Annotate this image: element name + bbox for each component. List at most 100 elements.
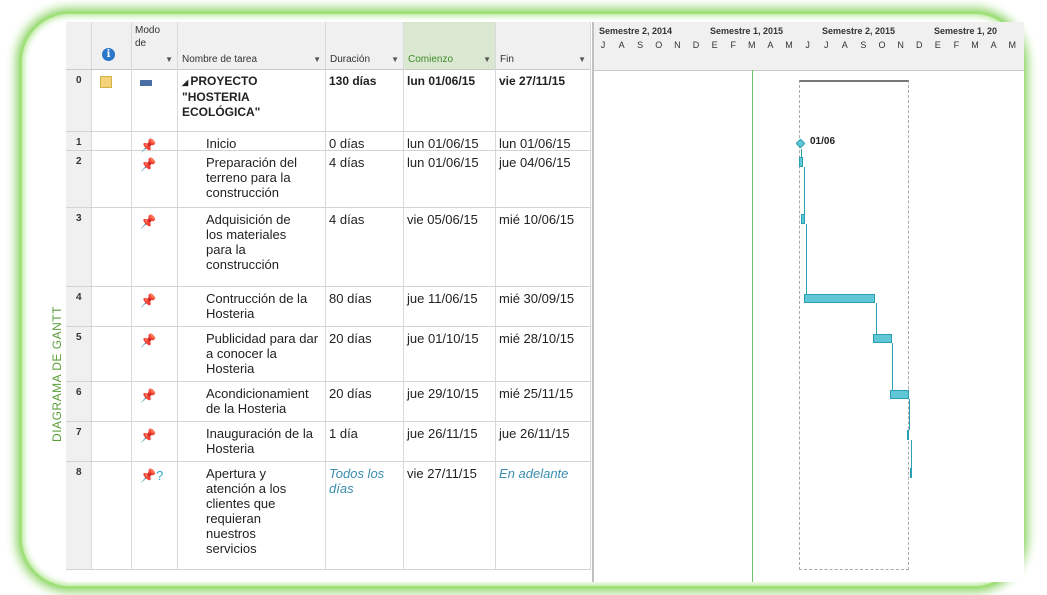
dependency-connector — [801, 149, 802, 157]
manual-schedule-pin-icon: 📌 — [140, 293, 157, 308]
header-duration[interactable]: Duración ▼ — [326, 22, 404, 70]
task-duration: 1 día — [329, 426, 358, 441]
month-label: D — [915, 40, 923, 50]
task-finish: mié 25/11/15 — [499, 386, 574, 401]
manual-schedule-pin-icon: 📌 — [140, 388, 157, 403]
task-row-7[interactable]: 7 📌 Inauguración de la Hosteria 1 día ju… — [66, 422, 591, 462]
gantt-chart[interactable]: Semestre 2, 2014 Semestre 1, 2015 Semest… — [592, 22, 1024, 582]
month-label: D — [692, 40, 700, 50]
task-bar[interactable] — [804, 294, 875, 303]
task-start: jue 01/10/15 — [407, 331, 479, 346]
task-duration: 4 días — [329, 212, 365, 227]
task-row-6[interactable]: 6 📌 Acondicionamient de la Hosteria 20 d… — [66, 382, 591, 422]
task-start: jue 29/10/15 — [407, 386, 479, 401]
task-bar[interactable] — [910, 468, 912, 478]
header-finish[interactable]: Fin ▼ — [496, 22, 591, 70]
task-name: Apertura y atención a los clientes que r… — [206, 466, 287, 556]
dependency-connector — [892, 343, 893, 390]
task-row-1[interactable]: 1 📌 Inicio 0 días lun 01/06/15 lun 01/06… — [66, 132, 591, 153]
task-start: vie 27/11/15 — [407, 466, 477, 481]
month-label: A — [841, 40, 848, 50]
task-duration: 130 días — [329, 74, 377, 88]
task-duration: 80 días — [329, 291, 372, 306]
task-name: Inicio — [206, 136, 237, 151]
semester-label: Semestre 2, 2015 — [822, 26, 896, 36]
semester-label: Semestre 1, 20 — [934, 26, 998, 36]
task-row-3[interactable]: 3 📌 Adquisición de los materiales para l… — [66, 208, 591, 287]
month-label: A — [767, 40, 774, 50]
task-start: lun 01/06/15 — [407, 155, 479, 170]
timescale-header[interactable]: Semestre 2, 2014 Semestre 1, 2015 Semest… — [594, 22, 1024, 71]
dependency-connector — [806, 224, 807, 294]
manual-schedule-pin-icon: 📌 — [140, 428, 157, 443]
semester-label: Semestre 1, 2015 — [710, 26, 784, 36]
header-task-name[interactable]: Nombre de tarea ▼ — [178, 22, 326, 70]
dependency-connector — [909, 399, 910, 430]
header-task-mode-label: Modo de — [135, 25, 161, 49]
dropdown-arrow-icon[interactable]: ▼ — [483, 55, 491, 64]
semester-label: Semestre 2, 2014 — [599, 26, 673, 36]
month-label: M — [748, 40, 756, 50]
task-name: Adquisición de los materiales para la co… — [206, 212, 291, 272]
task-row-5[interactable]: 5 📌 Publicidad para dar a conocer la Hos… — [66, 327, 591, 382]
dependency-connector — [876, 303, 877, 334]
task-duration: Todos los días — [329, 466, 385, 496]
task-duration: 0 días — [329, 136, 365, 151]
row-id: 2 — [76, 156, 82, 167]
header-indicators[interactable]: i — [92, 22, 132, 70]
header-start-label: Comienzo — [408, 54, 454, 65]
task-bar[interactable] — [801, 214, 805, 224]
task-name: Contrucción de la Hosteria — [206, 291, 308, 321]
task-duration: 4 días — [329, 155, 365, 170]
task-row-0[interactable]: 0 ◢ PROYECTO "HOSTERIA ECOLÓGICA" 130 dí… — [66, 70, 591, 132]
manual-schedule-pin-icon: 📌 — [140, 333, 157, 348]
task-bar[interactable] — [873, 334, 892, 343]
row-id: 7 — [76, 427, 82, 438]
project-summary-outline — [799, 80, 909, 570]
month-label: M — [785, 40, 793, 50]
task-bar[interactable] — [907, 430, 909, 440]
header-task-name-label: Nombre de tarea — [182, 54, 258, 65]
manual-schedule-pin-icon: 📌 — [140, 214, 157, 229]
info-icon: i — [102, 48, 115, 61]
dependency-connector — [911, 440, 912, 468]
note-icon[interactable] — [100, 76, 112, 88]
row-id: 5 — [76, 332, 82, 343]
task-start: lun 01/06/15 — [407, 74, 476, 88]
header-duration-label: Duración — [330, 54, 371, 65]
task-row-8[interactable]: 8 📌? Apertura y atención a los clientes … — [66, 462, 591, 570]
task-bar[interactable] — [890, 390, 909, 399]
task-bar[interactable] — [799, 157, 803, 167]
task-start: vie 05/06/15 — [407, 212, 478, 227]
task-row-4[interactable]: 4 📌 Contrucción de la Hosteria 80 días j… — [66, 287, 591, 327]
dropdown-arrow-icon[interactable]: ▼ — [313, 55, 321, 64]
task-finish: En adelante — [499, 466, 569, 481]
task-finish: mié 10/06/15 — [499, 212, 575, 227]
header-start[interactable]: Comienzo ▼ — [404, 22, 496, 70]
header-finish-label: Fin — [500, 54, 514, 65]
task-name: Inauguración de la Hosteria — [206, 426, 313, 456]
dropdown-arrow-icon[interactable]: ▼ — [391, 55, 399, 64]
task-table: i Modo de ▼ Nombre de tarea ▼ Duración ▼… — [66, 22, 591, 582]
month-label: N — [674, 40, 681, 50]
row-id: 1 — [76, 137, 82, 148]
dropdown-arrow-icon[interactable]: ▼ — [165, 55, 173, 64]
month-label: E — [934, 40, 941, 50]
task-duration: 20 días — [329, 386, 372, 401]
month-label: O — [878, 40, 886, 50]
month-label: F — [730, 40, 736, 50]
header-task-mode[interactable]: Modo de ▼ — [132, 22, 178, 70]
dropdown-arrow-icon[interactable]: ▼ — [578, 55, 586, 64]
month-label: M — [971, 40, 979, 50]
header-id[interactable] — [66, 22, 92, 70]
row-id: 0 — [76, 75, 82, 86]
task-row-2[interactable]: 2 📌 Preparación del terreno para la cons… — [66, 151, 591, 208]
task-finish: mié 28/10/15 — [499, 331, 575, 346]
task-finish: mié 30/09/15 — [499, 291, 575, 306]
row-id: 4 — [76, 292, 82, 303]
task-finish: vie 27/11/15 — [499, 74, 566, 88]
task-start: lun 01/06/15 — [407, 136, 479, 151]
manual-schedule-pin-icon: 📌 — [140, 157, 157, 172]
task-start: jue 11/06/15 — [407, 291, 478, 306]
task-name-text: PROYECTO "HOSTERIA ECOLÓGICA" — [182, 74, 261, 119]
